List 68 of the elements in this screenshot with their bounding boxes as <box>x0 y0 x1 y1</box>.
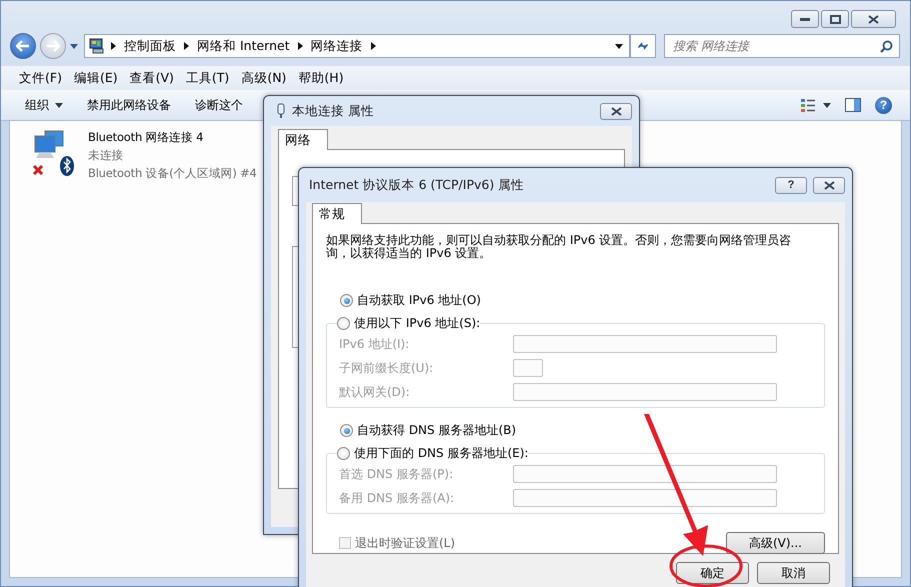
help-button[interactable]: ? <box>875 96 892 114</box>
search-icon[interactable] <box>880 40 893 53</box>
back-button[interactable] <box>10 33 36 59</box>
menu-item[interactable]: 高级(N) <box>235 68 292 88</box>
menu-item[interactable]: 帮助(H) <box>292 68 350 88</box>
back-arrow-icon <box>16 40 30 52</box>
minimize-button[interactable] <box>791 10 819 28</box>
dialog-button[interactable]: 确定 <box>676 562 749 584</box>
view-options-icon[interactable] <box>801 98 831 112</box>
close-icon <box>824 180 834 190</box>
breadcrumb[interactable]: 网络连接 <box>308 38 365 54</box>
radio-button[interactable] <box>340 424 353 437</box>
chevron-icon[interactable] <box>111 42 116 50</box>
description-text: 如果网络支持此功能，则可以自动获取分配的 IPv6 设置。否则，您需要向网络管理员咨询，以获得适当的 IPv6 设置。 <box>326 234 792 260</box>
maximize-button[interactable] <box>821 10 849 28</box>
device-name: Bluetooth 设备(个人区域网) #4 <box>88 165 257 181</box>
forward-arrow-icon <box>46 40 60 52</box>
window-title: Internet 协议版本 6 (TCP/IPv6) 属性 <box>309 176 526 194</box>
menu-item[interactable]: 查看(V) <box>124 68 180 88</box>
close-icon <box>868 14 879 24</box>
chevron-icon[interactable] <box>184 42 189 50</box>
toolbar-label: 组织 <box>25 96 49 114</box>
radio-label: 自动获得 DNS 服务器地址(B) <box>357 422 516 439</box>
breadcrumb[interactable]: 控制面板 <box>122 38 178 54</box>
close-button[interactable] <box>813 176 845 194</box>
dialog-button[interactable]: 取消 <box>757 562 830 584</box>
checkbox-label: 退出时验证设置(L) <box>355 534 456 552</box>
radio-button[interactable] <box>337 447 350 460</box>
chevron-icon[interactable] <box>298 42 303 50</box>
menu-item[interactable]: 文件(F) <box>13 68 68 88</box>
radio-label: 自动获取 IPv6 地址(O) <box>357 292 481 309</box>
close-icon <box>610 106 622 116</box>
menu-item[interactable]: 工具(T) <box>180 68 236 88</box>
radio-button[interactable] <box>340 294 353 307</box>
toolbar-item[interactable]: 禁用此网络设备 <box>81 94 177 116</box>
tab[interactable]: 常规 <box>312 203 362 224</box>
connection-status: 未连接 <box>88 147 124 163</box>
preview-pane-icon[interactable] <box>845 98 861 112</box>
minimize-icon <box>800 17 810 21</box>
field-label: 默认网关(D): <box>339 384 411 400</box>
field-label: IPv6 地址(I): <box>339 336 410 352</box>
address-bar[interactable]: 控制面板 网络和 Internet 网络连接 <box>84 34 630 58</box>
tab[interactable]: 网络 <box>278 129 328 150</box>
help-button[interactable]: ? <box>775 176 807 194</box>
toolbar-item[interactable]: 诊断这个 <box>189 94 249 116</box>
maximize-icon <box>830 14 840 24</box>
connection-name[interactable]: Bluetooth 网络连接 4 <box>88 129 257 145</box>
caret-icon[interactable] <box>70 44 78 48</box>
caret-icon <box>55 102 63 108</box>
breadcrumb[interactable]: 网络和 Internet <box>195 38 292 54</box>
dropdown-icon[interactable] <box>615 44 623 48</box>
toolbar-menu[interactable]: 组织 <box>19 94 69 116</box>
field-label: 子网前缀长度(U): <box>339 360 434 376</box>
advanced-button[interactable]: 高级(V)... <box>726 532 825 554</box>
close-button[interactable] <box>600 102 632 120</box>
menu-item[interactable]: 编辑(E) <box>68 68 124 88</box>
radio-button[interactable] <box>337 317 350 330</box>
field-label: 备用 DNS 服务器(A): <box>339 490 456 506</box>
close-button[interactable] <box>851 10 896 28</box>
field-label: 首选 DNS 服务器(P): <box>339 466 454 482</box>
plug-icon <box>276 103 286 119</box>
search-field[interactable]: 搜索 网络连接 <box>664 34 900 58</box>
radio-label: 使用下面的 DNS 服务器地址(E): <box>354 445 528 462</box>
radio-label: 使用以下 IPv6 地址(S): <box>354 315 480 332</box>
chevron-icon[interactable] <box>370 42 376 50</box>
control-panel-icon <box>89 38 105 54</box>
window-title: 本地连接 属性 <box>292 102 375 120</box>
refresh-button[interactable] <box>630 34 656 58</box>
